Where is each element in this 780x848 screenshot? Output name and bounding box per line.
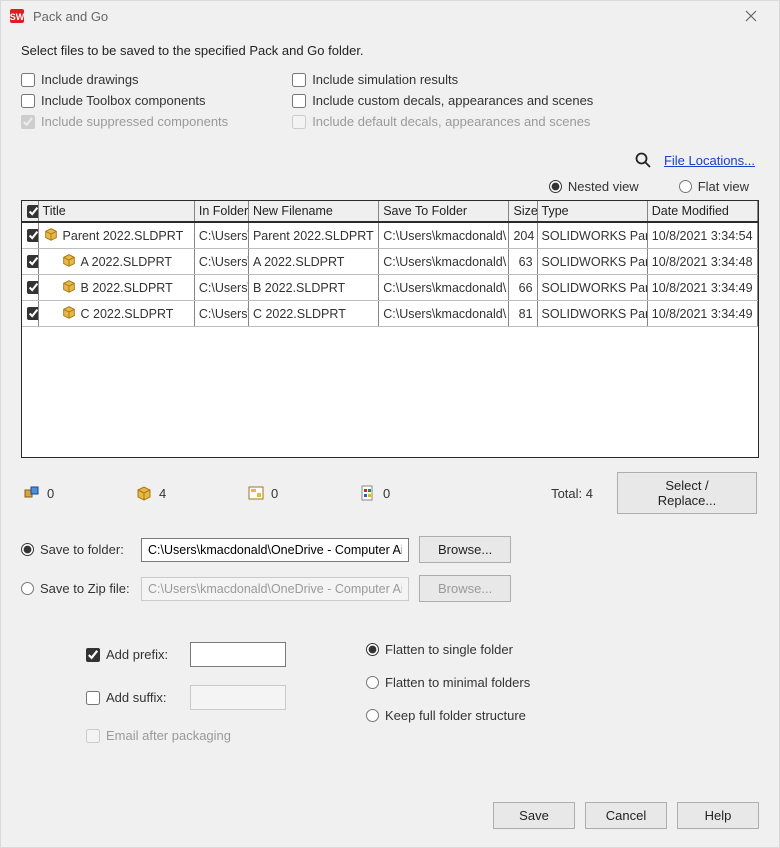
table-row[interactable]: Parent 2022.SLDPRTC:\Users\Parent 2022.S… bbox=[22, 222, 758, 249]
save-zip-input bbox=[141, 577, 409, 601]
close-button[interactable] bbox=[731, 1, 771, 31]
row-in-folder: C:\Users\ bbox=[194, 301, 248, 327]
email-after-packaging-checkbox: Email after packaging bbox=[86, 728, 286, 743]
row-size: 66 bbox=[509, 275, 537, 301]
col-header-in-folder[interactable]: In Folder bbox=[194, 201, 248, 222]
row-in-folder: C:\Users\ bbox=[194, 249, 248, 275]
row-save-to[interactable]: C:\Users\kmacdonald\ bbox=[379, 222, 509, 249]
close-icon bbox=[745, 10, 757, 22]
document-icon bbox=[359, 484, 377, 502]
assembly-icon bbox=[23, 484, 41, 502]
row-title: C 2022.SLDPRT bbox=[81, 307, 174, 321]
row-checkbox[interactable] bbox=[27, 307, 38, 320]
row-size: 204 bbox=[509, 222, 537, 249]
row-in-folder: C:\Users\ bbox=[194, 275, 248, 301]
save-button[interactable]: Save bbox=[493, 802, 575, 829]
row-new-filename[interactable]: Parent 2022.SLDPRT bbox=[248, 222, 378, 249]
keep-full-radio[interactable]: Keep full folder structure bbox=[366, 708, 530, 723]
row-new-filename[interactable]: A 2022.SLDPRT bbox=[248, 249, 378, 275]
subtitle: Select files to be saved to the specifie… bbox=[21, 43, 759, 58]
include-drawings-checkbox[interactable]: Include drawings bbox=[21, 72, 228, 87]
browse-zip-button: Browse... bbox=[419, 575, 511, 602]
titlebar: SW Pack and Go bbox=[1, 1, 779, 31]
help-button[interactable]: Help bbox=[677, 802, 759, 829]
nested-view-radio[interactable]: Nested view bbox=[549, 179, 639, 194]
row-in-folder: C:\Users\ bbox=[194, 222, 248, 249]
select-replace-button[interactable]: Select / Replace... bbox=[617, 472, 757, 514]
row-type: SOLIDWORKS Part bbox=[537, 275, 647, 301]
suffix-input bbox=[190, 685, 286, 710]
file-table: Title In Folder New Filename Save To Fol… bbox=[21, 200, 759, 458]
row-new-filename[interactable]: C 2022.SLDPRT bbox=[248, 301, 378, 327]
table-row[interactable]: B 2022.SLDPRTC:\Users\B 2022.SLDPRTC:\Us… bbox=[22, 275, 758, 301]
include-default-decals-checkbox: Include default decals, appearances and … bbox=[292, 114, 593, 129]
save-to-folder-radio[interactable]: Save to folder: bbox=[21, 542, 131, 557]
row-checkbox[interactable] bbox=[27, 229, 38, 242]
summary-other: 0 bbox=[359, 484, 459, 502]
row-date: 10/8/2021 3:34:48 bbox=[647, 249, 757, 275]
row-checkbox[interactable] bbox=[27, 281, 38, 294]
row-date: 10/8/2021 3:34:49 bbox=[647, 275, 757, 301]
row-date: 10/8/2021 3:34:49 bbox=[647, 301, 757, 327]
svg-text:SW: SW bbox=[10, 12, 25, 22]
col-header-new-filename[interactable]: New Filename bbox=[248, 201, 378, 222]
row-size: 63 bbox=[509, 249, 537, 275]
part-icon bbox=[61, 278, 77, 297]
save-folder-input[interactable] bbox=[141, 538, 409, 562]
part-icon bbox=[43, 226, 59, 245]
row-save-to[interactable]: C:\Users\kmacdonald\ bbox=[379, 301, 509, 327]
part-icon bbox=[61, 252, 77, 271]
summary-parts: 4 bbox=[135, 484, 235, 502]
part-icon bbox=[135, 484, 153, 502]
row-type: SOLIDWORKS Part bbox=[537, 301, 647, 327]
col-header-title[interactable]: Title bbox=[38, 201, 194, 222]
add-suffix-checkbox[interactable]: Add suffix: bbox=[86, 690, 182, 705]
flat-view-radio[interactable]: Flat view bbox=[679, 179, 749, 194]
pack-and-go-window: SW Pack and Go Select files to be saved … bbox=[0, 0, 780, 848]
row-size: 81 bbox=[509, 301, 537, 327]
table-row[interactable]: C 2022.SLDPRTC:\Users\C 2022.SLDPRTC:\Us… bbox=[22, 301, 758, 327]
include-custom-decals-checkbox[interactable]: Include custom decals, appearances and s… bbox=[292, 93, 593, 108]
row-type: SOLIDWORKS Part bbox=[537, 249, 647, 275]
search-icon[interactable] bbox=[634, 151, 652, 169]
file-locations-link[interactable]: File Locations... bbox=[664, 153, 755, 168]
footer-buttons: Save Cancel Help bbox=[493, 802, 759, 829]
add-prefix-checkbox[interactable]: Add prefix: bbox=[86, 647, 182, 662]
flatten-minimal-radio[interactable]: Flatten to minimal folders bbox=[366, 675, 530, 690]
row-title: Parent 2022.SLDPRT bbox=[63, 229, 184, 243]
browse-folder-button[interactable]: Browse... bbox=[419, 536, 511, 563]
summary-row: 0 4 0 0 Total: 4 Select / Replace... bbox=[21, 472, 759, 514]
table-row[interactable]: A 2022.SLDPRTC:\Users\A 2022.SLDPRTC:\Us… bbox=[22, 249, 758, 275]
solidworks-icon: SW bbox=[9, 8, 25, 24]
window-title: Pack and Go bbox=[33, 9, 108, 24]
summary-assemblies: 0 bbox=[23, 484, 123, 502]
table-header-row: Title In Folder New Filename Save To Fol… bbox=[22, 201, 758, 222]
include-options: Include drawings Include Toolbox compone… bbox=[21, 72, 759, 129]
summary-total: Total: 4 bbox=[551, 486, 593, 501]
row-new-filename[interactable]: B 2022.SLDPRT bbox=[248, 275, 378, 301]
summary-drawings: 0 bbox=[247, 484, 347, 502]
select-all-checkbox[interactable] bbox=[27, 205, 38, 218]
row-date: 10/8/2021 3:34:54 bbox=[647, 222, 757, 249]
cancel-button[interactable]: Cancel bbox=[585, 802, 667, 829]
part-icon bbox=[61, 304, 77, 323]
col-header-date[interactable]: Date Modified bbox=[647, 201, 757, 222]
row-type: SOLIDWORKS Part bbox=[537, 222, 647, 249]
row-save-to[interactable]: C:\Users\kmacdonald\ bbox=[379, 275, 509, 301]
include-toolbox-checkbox[interactable]: Include Toolbox components bbox=[21, 93, 228, 108]
save-to-zip-radio[interactable]: Save to Zip file: bbox=[21, 581, 131, 596]
row-checkbox[interactable] bbox=[27, 255, 38, 268]
row-title: B 2022.SLDPRT bbox=[81, 281, 173, 295]
col-header-type[interactable]: Type bbox=[537, 201, 647, 222]
row-title: A 2022.SLDPRT bbox=[81, 255, 173, 269]
prefix-input[interactable] bbox=[190, 642, 286, 667]
include-simulation-checkbox[interactable]: Include simulation results bbox=[292, 72, 593, 87]
col-header-save-to[interactable]: Save To Folder bbox=[379, 201, 509, 222]
include-suppressed-checkbox: Include suppressed components bbox=[21, 114, 228, 129]
row-save-to[interactable]: C:\Users\kmacdonald\ bbox=[379, 249, 509, 275]
drawing-icon bbox=[247, 484, 265, 502]
col-header-size[interactable]: Size bbox=[509, 201, 537, 222]
flatten-single-radio[interactable]: Flatten to single folder bbox=[366, 642, 530, 657]
